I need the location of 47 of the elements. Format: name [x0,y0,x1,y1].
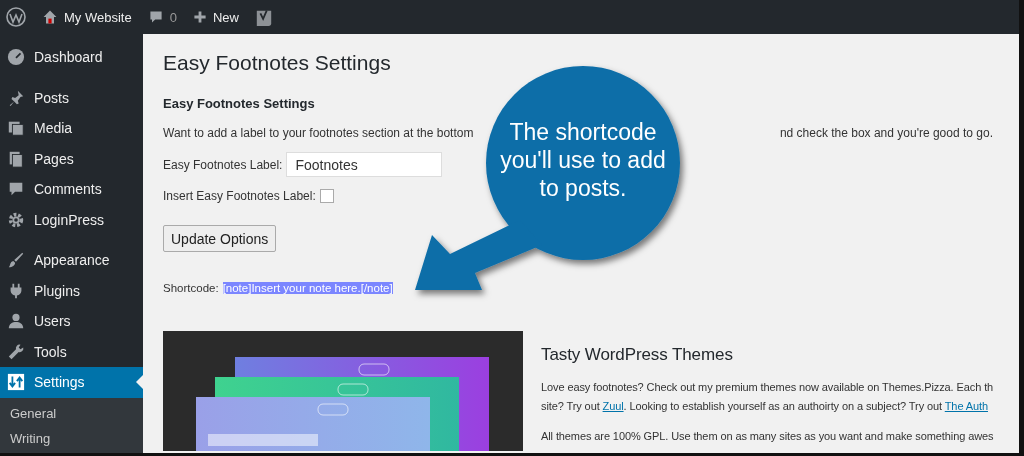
callout-text: The shortcode you'll use to add to posts. [499,118,667,202]
checkbox-label: Insert Easy Footnotes Label: [163,189,316,203]
description-text: nd check the box and you're good to go. [779,126,993,140]
paragraph-text: Love easy footnotes? Check out my premium themes now available on Themes.Pizza. Each th [541,380,994,395]
sidebar-item[interactable]: Pages [0,143,143,174]
pin-icon [7,88,25,107]
update-options-button[interactable]: Update Options [163,225,277,252]
sidebar-item[interactable]: LoginPress [0,204,143,235]
checkbox[interactable] [319,189,334,203]
sidebar-item[interactable]: Dashboard [0,42,143,73]
wrench-icon [7,342,25,361]
sidebar-item[interactable]: Settings [0,367,143,398]
promo-title: Tasty WordPress Themes [541,345,734,365]
sidebar-item[interactable]: Tools [0,336,143,367]
label-input-field[interactable]: Footnotes [286,152,443,177]
page-title: Easy Footnotes Settings [163,51,392,75]
comment-icon[interactable] [147,9,164,25]
text-link[interactable]: Zuul [602,400,624,412]
sidebar-item[interactable]: Media [0,113,143,144]
brush-icon [7,251,25,270]
sidebar-item[interactable]: Plugins [0,275,143,306]
sidebar-item[interactable]: Comments [0,174,143,205]
gear-icon [7,210,25,229]
submenu-item[interactable]: Writing [0,425,143,451]
sidebar-item[interactable]: Posts [0,82,143,113]
paragraph-text: site? Try out Zuul. Looking to establish yourself as an authoirty on a subject? Try out The Auth [541,399,989,414]
sidebar-item[interactable]: Users [0,306,143,337]
sliders-icon [7,373,25,392]
plus-icon[interactable] [192,10,207,24]
section-title: Easy Footnotes Settings [163,96,316,111]
submenu-item[interactable]: General [0,400,143,426]
sidebar-item[interactable]: Appearance [0,245,143,276]
media-icon [7,119,25,138]
site-name-link[interactable]: My Website [64,9,132,25]
description-text: Want to add a label to your footnotes section at the bottom [163,126,474,140]
shortcode-label: Shortcode: [163,282,219,294]
user-icon [7,312,25,331]
comment-count: 0 [169,9,177,25]
gauge-icon [7,48,25,67]
paragraph-text: All themes are 100% GPL. Use them on as many sites as you want and make something awes [541,429,994,444]
text-link[interactable]: The Auth [944,400,988,412]
home-icon[interactable] [42,9,58,25]
new-link[interactable]: New [212,9,239,25]
shortcode-text: [note]Insert your note here.[/note] [222,282,393,294]
field-label: Easy Footnotes Label: [163,157,283,172]
pages-icon [7,149,25,168]
wordpress-logo-icon[interactable] [6,7,26,27]
